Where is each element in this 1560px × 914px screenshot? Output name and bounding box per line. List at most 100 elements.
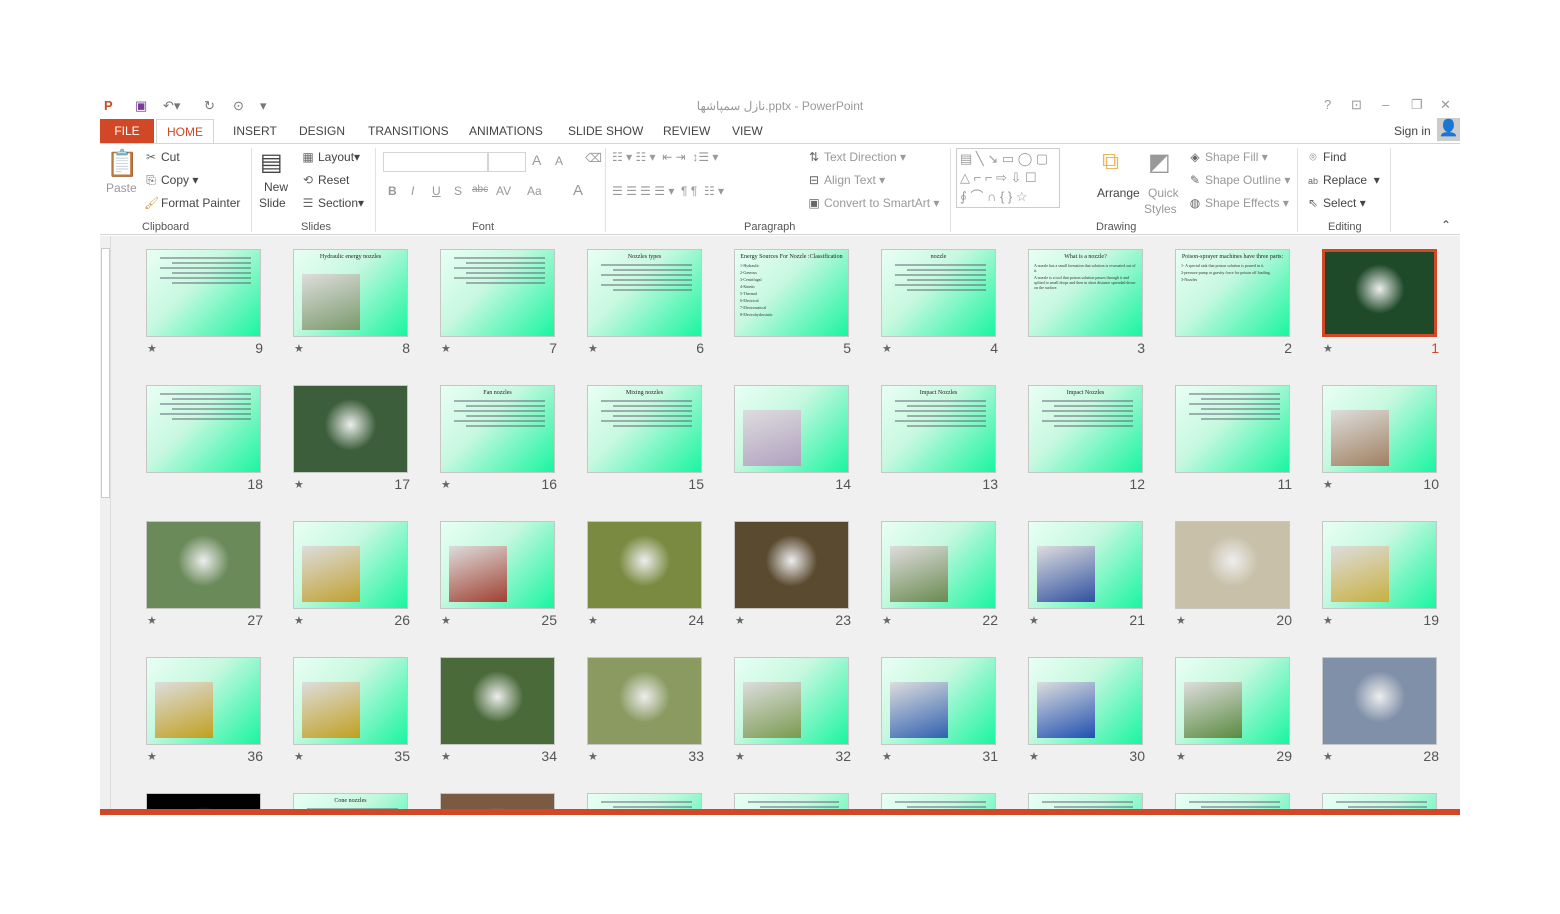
character-spacing-button[interactable]: AV [496, 184, 511, 198]
slide-thumbnail[interactable] [734, 521, 849, 609]
slide-thumbnail[interactable] [1175, 521, 1290, 609]
shapes-gallery[interactable]: ▤ ╲ ↘ ▭ ◯ ▢ △ ⌐ ⌐ ⇨ ⇩ ☐ ∮ ⌒ ∩ { } ☆ [956, 148, 1060, 208]
tab-animations[interactable]: ANIMATIONS [459, 119, 553, 143]
font-size-input[interactable] [488, 152, 526, 172]
animation-star-icon[interactable]: ★ [1323, 478, 1333, 491]
maximize-icon[interactable]: ❐ [1411, 97, 1423, 113]
ribbon-display-icon[interactable]: ⊡ [1351, 97, 1362, 113]
tab-insert[interactable]: INSERT [223, 119, 287, 143]
animation-star-icon[interactable]: ★ [882, 342, 892, 355]
animation-star-icon[interactable]: ★ [588, 342, 598, 355]
slide-thumbnail[interactable] [881, 793, 996, 809]
animation-star-icon[interactable]: ★ [147, 614, 157, 627]
shape-effects-button[interactable]: ◍ Shape Effects ▾ [1188, 196, 1289, 210]
font-color-button[interactable]: A [573, 182, 583, 199]
animation-star-icon[interactable]: ★ [735, 750, 745, 763]
slide-thumbnail[interactable]: Nozzles types [587, 249, 702, 337]
minimize-icon[interactable]: – [1382, 97, 1389, 112]
animation-star-icon[interactable]: ★ [1323, 750, 1333, 763]
bold-button[interactable]: B [388, 184, 397, 198]
slide-thumbnail[interactable]: nozzle [881, 249, 996, 337]
slide-thumbnail[interactable]: Cone nozzles [293, 793, 408, 809]
animation-star-icon[interactable]: ★ [588, 750, 598, 763]
align-icons[interactable]: ☰ ☰ ☰ ☰ ▾ ¶ ¶ ☷ ▾ [612, 184, 724, 198]
paste-button[interactable]: Paste [106, 181, 137, 195]
replace-button[interactable]: ab Replace ▾ [1306, 173, 1380, 187]
layout-button[interactable]: ▦ Layout▾ [301, 150, 360, 164]
slide-thumbnail[interactable] [440, 521, 555, 609]
tab-transitions[interactable]: TRANSITIONS [358, 119, 459, 143]
shrink-font-button[interactable]: A [555, 154, 563, 168]
font-name-input[interactable] [383, 152, 488, 172]
animation-star-icon[interactable]: ★ [441, 342, 451, 355]
slide-thumbnail[interactable] [293, 385, 408, 473]
help-icon[interactable]: ? [1324, 97, 1331, 112]
collapse-ribbon-icon[interactable]: ⌃ [1441, 218, 1451, 232]
italic-button[interactable]: I [411, 184, 414, 198]
slide-thumbnail[interactable] [146, 521, 261, 609]
bullets-icon[interactable]: ☷ ▾ ☷ ▾ ⇤ ⇥ ↕☰ ▾ [612, 150, 718, 164]
animation-star-icon[interactable]: ★ [1029, 614, 1039, 627]
animation-star-icon[interactable]: ★ [147, 342, 157, 355]
animation-star-icon[interactable]: ★ [588, 614, 598, 627]
animation-star-icon[interactable]: ★ [441, 614, 451, 627]
slide-thumbnail[interactable] [1028, 657, 1143, 745]
slide-thumbnail[interactable] [1322, 521, 1437, 609]
tab-design[interactable]: DESIGN [289, 119, 355, 143]
slide-thumbnail[interactable] [440, 249, 555, 337]
animation-star-icon[interactable]: ★ [441, 478, 451, 491]
section-button[interactable]: ☰ Section▾ [301, 196, 364, 210]
animation-star-icon[interactable]: ★ [294, 478, 304, 491]
shape-fill-button[interactable]: ◈ Shape Fill ▾ [1188, 150, 1267, 164]
animation-star-icon[interactable]: ★ [147, 750, 157, 763]
animation-star-icon[interactable]: ★ [1323, 614, 1333, 627]
slide-thumbnail[interactable]: Hydraulic energy nozzles [293, 249, 408, 337]
tab-slide-show[interactable]: SLIDE SHOW [558, 119, 653, 143]
shape-outline-button[interactable]: ✎ Shape Outline ▾ [1188, 173, 1290, 187]
new-slide-button-line2[interactable]: Slide [259, 196, 286, 210]
scrollbar-thumb[interactable] [101, 248, 110, 498]
avatar[interactable]: 👤 [1437, 118, 1460, 141]
cut-button[interactable]: ✂ Cut [144, 150, 180, 164]
shadow-button[interactable]: S [454, 184, 462, 198]
close-icon[interactable]: ✕ [1440, 97, 1451, 113]
animation-star-icon[interactable]: ★ [294, 342, 304, 355]
slide-thumbnail[interactable] [587, 657, 702, 745]
animation-star-icon[interactable]: ★ [735, 614, 745, 627]
slide-thumbnail[interactable] [146, 657, 261, 745]
slide-thumbnail[interactable]: What is a nozzle? A nozzle has a small fo… [1028, 249, 1143, 337]
find-button[interactable]: ⌾ Find [1306, 150, 1346, 165]
slide-thumbnail[interactable] [734, 793, 849, 809]
new-slide-button[interactable]: New [264, 180, 288, 194]
paste-icon[interactable]: 📋 [106, 148, 138, 179]
slide-thumbnail[interactable] [1175, 385, 1290, 473]
change-case-button[interactable]: Aa [527, 184, 542, 198]
slide-thumbnail[interactable] [146, 249, 261, 337]
slide-thumbnail[interactable] [1322, 385, 1437, 473]
slide-thumbnail[interactable]: Impact Nozzles [881, 385, 996, 473]
slide-thumbnail[interactable] [1028, 793, 1143, 809]
slide-thumbnail[interactable]: Fan nozzles [440, 385, 555, 473]
slide-thumbnail[interactable] [146, 385, 261, 473]
strikethrough-button[interactable]: abc [472, 184, 488, 195]
text-direction-button[interactable]: ⇅ Text Direction ▾ [807, 150, 906, 164]
select-button[interactable]: ⇖ Select ▾ [1306, 196, 1366, 210]
animation-star-icon[interactable]: ★ [1176, 750, 1186, 763]
reset-button[interactable]: ⟲ Reset [301, 173, 349, 187]
slide-thumbnail[interactable] [440, 793, 555, 809]
slide-thumbnail[interactable]: Mixing nozzles [587, 385, 702, 473]
tab-file[interactable]: FILE [100, 119, 154, 143]
slide-thumbnail[interactable] [146, 793, 261, 809]
slide-thumbnail[interactable] [293, 657, 408, 745]
slide-thumbnail[interactable]: Impact Nozzles [1028, 385, 1143, 473]
slide-thumbnail[interactable] [1322, 657, 1437, 745]
slide-thumbnail[interactable] [587, 793, 702, 809]
slide-thumbnail[interactable] [1322, 249, 1437, 337]
slide-thumbnail[interactable] [734, 657, 849, 745]
animation-star-icon[interactable]: ★ [882, 614, 892, 627]
animation-star-icon[interactable]: ★ [294, 750, 304, 763]
arrange-button[interactable]: Arrange [1097, 186, 1140, 200]
slide-thumbnail[interactable] [1175, 793, 1290, 809]
slide-thumbnail[interactable] [440, 657, 555, 745]
vertical-scrollbar[interactable] [100, 236, 111, 809]
